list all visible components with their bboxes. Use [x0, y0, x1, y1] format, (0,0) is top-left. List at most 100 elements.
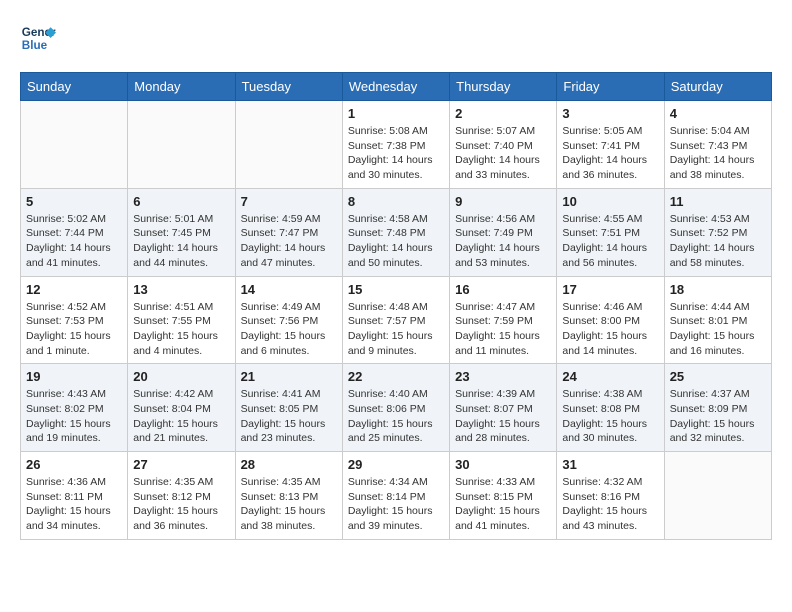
calendar-cell: 10 Sunrise: 4:55 AM Sunset: 7:51 PM Dayli…: [557, 188, 664, 276]
calendar-cell: 30Sunrise: 4:33 AM Sunset: 8:15 PM Dayli…: [450, 452, 557, 540]
day-number: 2: [455, 106, 551, 121]
day-info: Sunrise: 4:49 AM Sunset: 7:56 PM Dayligh…: [241, 300, 337, 359]
day-info: Sunrise: 5:07 AM Sunset: 7:40 PM Dayligh…: [455, 124, 551, 183]
calendar-cell: 4 Sunrise: 5:04 AM Sunset: 7:43 PM Daylig…: [664, 101, 771, 189]
day-number: 31: [562, 457, 658, 472]
calendar-cell: 27 Sunrise: 4:35 AM Sunset: 8:12 PM Dayli…: [128, 452, 235, 540]
calendar-cell: 3 Sunrise: 5:05 AM Sunset: 7:41 PM Daylig…: [557, 101, 664, 189]
day-number: 12: [26, 282, 122, 297]
day-info: Sunrise: 4:56 AM Sunset: 7:49 PM Dayligh…: [455, 212, 551, 271]
calendar-cell: 11 Sunrise: 4:53 AM Sunset: 7:52 PM Dayli…: [664, 188, 771, 276]
day-number: 7: [241, 194, 337, 209]
weekday-header-row: SundayMondayTuesdayWednesdayThursdayFrid…: [21, 73, 772, 101]
day-number: 23: [455, 369, 551, 384]
calendar-cell: 16Sunrise: 4:47 AM Sunset: 7:59 PM Dayli…: [450, 276, 557, 364]
calendar-cell: 13Sunrise: 4:51 AM Sunset: 7:55 PM Dayli…: [128, 276, 235, 364]
weekday-header-wednesday: Wednesday: [342, 73, 449, 101]
calendar-cell: 1 Sunrise: 5:08 AM Sunset: 7:38 PM Daylig…: [342, 101, 449, 189]
calendar-cell: 19Sunrise: 4:43 AM Sunset: 8:02 PM Dayli…: [21, 364, 128, 452]
day-number: 22: [348, 369, 444, 384]
day-number: 3: [562, 106, 658, 121]
svg-text:Blue: Blue: [22, 39, 48, 52]
weekday-header-tuesday: Tuesday: [235, 73, 342, 101]
calendar-cell: 18 Sunrise: 4:44 AM Sunset: 8:01 PM Dayli…: [664, 276, 771, 364]
day-info: Sunrise: 4:46 AM Sunset: 8:00 PM Dayligh…: [562, 300, 658, 359]
day-number: 11: [670, 194, 766, 209]
calendar-cell: 17 Sunrise: 4:46 AM Sunset: 8:00 PM Dayli…: [557, 276, 664, 364]
week-row-1: 1 Sunrise: 5:08 AM Sunset: 7:38 PM Daylig…: [21, 101, 772, 189]
calendar-cell: 7 Sunrise: 4:59 AM Sunset: 7:47 PM Daylig…: [235, 188, 342, 276]
calendar-cell: 12 Sunrise: 4:52 AM Sunset: 7:53 PM Dayli…: [21, 276, 128, 364]
day-info: Sunrise: 5:08 AM Sunset: 7:38 PM Dayligh…: [348, 124, 444, 183]
calendar-cell: 8 Sunrise: 4:58 AM Sunset: 7:48 PM Daylig…: [342, 188, 449, 276]
day-number: 28: [241, 457, 337, 472]
day-number: 18: [670, 282, 766, 297]
week-row-3: 12 Sunrise: 4:52 AM Sunset: 7:53 PM Dayli…: [21, 276, 772, 364]
calendar-cell: 22 Sunrise: 4:40 AM Sunset: 8:06 PM Dayli…: [342, 364, 449, 452]
day-number: 16: [455, 282, 551, 297]
day-number: 24: [562, 369, 658, 384]
day-number: 14: [241, 282, 337, 297]
day-number: 19: [26, 369, 122, 384]
logo: General Blue: [20, 20, 60, 56]
day-number: 17: [562, 282, 658, 297]
calendar-cell: 28Sunrise: 4:35 AM Sunset: 8:13 PM Dayli…: [235, 452, 342, 540]
weekday-header-thursday: Thursday: [450, 73, 557, 101]
day-info: Sunrise: 4:32 AM Sunset: 8:16 PM Dayligh…: [562, 475, 658, 534]
calendar-cell: [664, 452, 771, 540]
calendar-cell: 29 Sunrise: 4:34 AM Sunset: 8:14 PM Dayli…: [342, 452, 449, 540]
day-info: Sunrise: 4:48 AM Sunset: 7:57 PM Dayligh…: [348, 300, 444, 359]
weekday-header-sunday: Sunday: [21, 73, 128, 101]
calendar-cell: 2 Sunrise: 5:07 AM Sunset: 7:40 PM Daylig…: [450, 101, 557, 189]
day-info: Sunrise: 5:01 AM Sunset: 7:45 PM Dayligh…: [133, 212, 229, 271]
day-number: 9: [455, 194, 551, 209]
calendar-cell: [21, 101, 128, 189]
calendar-cell: 6 Sunrise: 5:01 AM Sunset: 7:45 PM Daylig…: [128, 188, 235, 276]
day-number: 25: [670, 369, 766, 384]
day-info: Sunrise: 5:05 AM Sunset: 7:41 PM Dayligh…: [562, 124, 658, 183]
calendar-cell: 5Sunrise: 5:02 AM Sunset: 7:44 PM Daylig…: [21, 188, 128, 276]
day-info: Sunrise: 4:36 AM Sunset: 8:11 PM Dayligh…: [26, 475, 122, 534]
weekday-header-saturday: Saturday: [664, 73, 771, 101]
day-number: 20: [133, 369, 229, 384]
week-row-2: 5Sunrise: 5:02 AM Sunset: 7:44 PM Daylig…: [21, 188, 772, 276]
day-number: 1: [348, 106, 444, 121]
week-row-5: 26 Sunrise: 4:36 AM Sunset: 8:11 PM Dayli…: [21, 452, 772, 540]
day-info: Sunrise: 4:34 AM Sunset: 8:14 PM Dayligh…: [348, 475, 444, 534]
day-info: Sunrise: 4:38 AM Sunset: 8:08 PM Dayligh…: [562, 387, 658, 446]
calendar-table: SundayMondayTuesdayWednesdayThursdayFrid…: [20, 72, 772, 540]
day-info: Sunrise: 5:02 AM Sunset: 7:44 PM Dayligh…: [26, 212, 122, 271]
calendar-cell: 15 Sunrise: 4:48 AM Sunset: 7:57 PM Dayli…: [342, 276, 449, 364]
day-info: Sunrise: 4:40 AM Sunset: 8:06 PM Dayligh…: [348, 387, 444, 446]
day-number: 29: [348, 457, 444, 472]
day-info: Sunrise: 4:42 AM Sunset: 8:04 PM Dayligh…: [133, 387, 229, 446]
day-number: 27: [133, 457, 229, 472]
day-info: Sunrise: 4:39 AM Sunset: 8:07 PM Dayligh…: [455, 387, 551, 446]
day-info: Sunrise: 5:04 AM Sunset: 7:43 PM Dayligh…: [670, 124, 766, 183]
day-info: Sunrise: 4:44 AM Sunset: 8:01 PM Dayligh…: [670, 300, 766, 359]
day-info: Sunrise: 4:52 AM Sunset: 7:53 PM Dayligh…: [26, 300, 122, 359]
calendar-cell: [235, 101, 342, 189]
day-number: 6: [133, 194, 229, 209]
day-number: 26: [26, 457, 122, 472]
day-info: Sunrise: 4:58 AM Sunset: 7:48 PM Dayligh…: [348, 212, 444, 271]
calendar-cell: [128, 101, 235, 189]
page-header: General Blue: [20, 20, 772, 56]
day-info: Sunrise: 4:35 AM Sunset: 8:12 PM Dayligh…: [133, 475, 229, 534]
day-number: 10: [562, 194, 658, 209]
day-number: 8: [348, 194, 444, 209]
calendar-cell: 14 Sunrise: 4:49 AM Sunset: 7:56 PM Dayli…: [235, 276, 342, 364]
day-info: Sunrise: 4:41 AM Sunset: 8:05 PM Dayligh…: [241, 387, 337, 446]
day-info: Sunrise: 4:51 AM Sunset: 7:55 PM Dayligh…: [133, 300, 229, 359]
day-number: 15: [348, 282, 444, 297]
day-number: 4: [670, 106, 766, 121]
calendar-cell: 9 Sunrise: 4:56 AM Sunset: 7:49 PM Daylig…: [450, 188, 557, 276]
day-info: Sunrise: 4:37 AM Sunset: 8:09 PM Dayligh…: [670, 387, 766, 446]
calendar-cell: 26 Sunrise: 4:36 AM Sunset: 8:11 PM Dayli…: [21, 452, 128, 540]
day-number: 21: [241, 369, 337, 384]
calendar-cell: 20 Sunrise: 4:42 AM Sunset: 8:04 PM Dayli…: [128, 364, 235, 452]
day-info: Sunrise: 4:53 AM Sunset: 7:52 PM Dayligh…: [670, 212, 766, 271]
logo-icon: General Blue: [20, 20, 56, 56]
day-info: Sunrise: 4:59 AM Sunset: 7:47 PM Dayligh…: [241, 212, 337, 271]
day-info: Sunrise: 4:55 AM Sunset: 7:51 PM Dayligh…: [562, 212, 658, 271]
